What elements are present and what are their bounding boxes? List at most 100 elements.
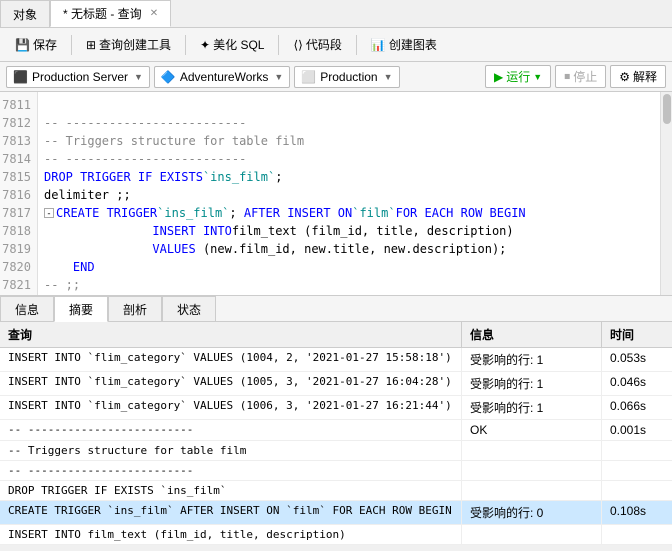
database-icon: 🔷 — [161, 70, 176, 84]
table-row[interactable]: INSERT INTO film_text (film_id, title, d… — [0, 525, 672, 545]
results-panel: 查询 信息 时间 INSERT INTO `flim_category` VAL… — [0, 322, 672, 545]
separator — [356, 35, 357, 55]
code-line: -- ------------------------- — [44, 114, 654, 132]
beautify-button[interactable]: ✦ 美化 SQL — [191, 32, 273, 57]
col-time-header: 时间 — [602, 322, 672, 347]
database-dropdown[interactable]: 🔷 AdventureWorks ▼ — [154, 66, 290, 88]
line-num: 7814 — [0, 150, 37, 168]
tab-query[interactable]: * 无标题 - 查询 ✕ — [50, 0, 171, 27]
result-info-cell: 受影响的行: 1 — [462, 372, 602, 395]
server-icon: ⬛ — [13, 70, 28, 84]
create-chart-button[interactable]: 📊 创建图表 — [362, 32, 446, 57]
run-button[interactable]: ▶ 运行 ▼ — [485, 65, 551, 88]
line-num: 7821 — [0, 276, 37, 294]
separator — [185, 35, 186, 55]
explain-button[interactable]: ⚙ 解释 — [610, 65, 666, 88]
code-line: END — [44, 258, 654, 276]
server-dropdown[interactable]: ⬛ Production Server ▼ — [6, 66, 150, 88]
line-numbers: 7811 7812 7813 7814 7815 7816 7817 7818 … — [0, 92, 38, 295]
code-line — [44, 96, 654, 114]
tab-object[interactable]: 对象 — [0, 0, 50, 27]
bottom-tab-bar: 信息 摘要 剖析 状态 — [0, 296, 672, 322]
run-dropdown-icon: ▼ — [533, 72, 542, 82]
result-info-cell — [462, 461, 602, 480]
chart-icon: 📊 — [371, 38, 386, 52]
line-num: 7811 — [0, 96, 37, 114]
result-info-cell: 受影响的行: 1 — [462, 348, 602, 371]
table-row[interactable]: INSERT INTO `flim_category` VALUES (1005… — [0, 372, 672, 396]
code-line: -- ------------------------- — [44, 150, 654, 168]
results-header: 查询 信息 时间 — [0, 322, 672, 348]
code-content[interactable]: -- ------------------------- -- Triggers… — [38, 92, 660, 295]
code-icon: ⟨⟩ — [293, 38, 302, 52]
result-query-cell: INSERT INTO `flim_category` VALUES (1005… — [0, 372, 462, 395]
vertical-scrollbar[interactable] — [660, 92, 672, 295]
code-editor[interactable]: 7811 7812 7813 7814 7815 7816 7817 7818 … — [0, 92, 672, 296]
result-time-cell: 0.066s — [602, 396, 672, 419]
col-info-header: 信息 — [462, 322, 602, 347]
save-button[interactable]: 💾 保存 — [6, 32, 66, 57]
code-line: -- Triggers structure for table film — [44, 132, 654, 150]
result-info-cell — [462, 481, 602, 500]
schema-icon: ⬜ — [301, 70, 316, 84]
tab-query-label: * 无标题 - 查询 — [63, 5, 142, 22]
query-create-icon: ⊞ — [86, 38, 96, 52]
code-line: delimiter ;; — [44, 186, 654, 204]
separator — [278, 35, 279, 55]
toolbar: 💾 保存 ⊞ 查询创建工具 ✦ 美化 SQL ⟨⟩ 代码段 📊 创建图表 — [0, 28, 672, 62]
result-query-cell: CREATE TRIGGER `ins_film` AFTER INSERT O… — [0, 501, 462, 524]
table-row[interactable]: -- ------------------------- — [0, 461, 672, 481]
result-time-cell: 0.053s — [602, 348, 672, 371]
tab-object-label: 对象 — [13, 6, 37, 23]
result-query-cell: INSERT INTO film_text (film_id, title, d… — [0, 525, 462, 544]
line-num: 7819 — [0, 240, 37, 258]
code-line: -- ;; — [44, 276, 654, 294]
result-info-cell: 受影响的行: 1 — [462, 396, 602, 419]
table-row[interactable]: CREATE TRIGGER `ins_film` AFTER INSERT O… — [0, 501, 672, 525]
tab-profile[interactable]: 剖析 — [108, 296, 162, 321]
stop-button[interactable]: ⏹ 停止 — [555, 65, 606, 88]
tab-summary[interactable]: 摘要 — [54, 296, 108, 322]
result-time-cell — [602, 481, 672, 500]
tab-status[interactable]: 状态 — [162, 296, 216, 321]
line-num: 7813 — [0, 132, 37, 150]
result-time-cell — [602, 525, 672, 544]
close-icon[interactable]: ✕ — [150, 8, 158, 19]
schema-dropdown[interactable]: ⬜ Production ▼ — [294, 66, 399, 88]
line-num: 7820 — [0, 258, 37, 276]
table-row[interactable]: INSERT INTO `flim_category` VALUES (1006… — [0, 396, 672, 420]
query-create-button[interactable]: ⊞ 查询创建工具 — [77, 32, 180, 57]
line-num: 7815 — [0, 168, 37, 186]
chevron-down-icon: ▼ — [274, 72, 283, 82]
save-icon: 💾 — [15, 38, 30, 52]
table-row[interactable]: -- Triggers structure for table film — [0, 441, 672, 461]
explain-icon: ⚙ — [619, 70, 630, 84]
result-time-cell — [602, 441, 672, 460]
tab-info[interactable]: 信息 — [0, 296, 54, 321]
chevron-down-icon: ▼ — [134, 72, 143, 82]
results-body: INSERT INTO `flim_category` VALUES (1004… — [0, 348, 672, 545]
col-query-header: 查询 — [0, 322, 462, 347]
scrollbar-thumb[interactable] — [663, 94, 671, 124]
result-query-cell: DROP TRIGGER IF EXISTS `ins_film` — [0, 481, 462, 500]
result-time-cell: 0.001s — [602, 420, 672, 440]
result-time-cell — [602, 461, 672, 480]
beautify-icon: ✦ — [200, 38, 210, 52]
result-query-cell: INSERT INTO `flim_category` VALUES (1004… — [0, 348, 462, 371]
code-line: - CREATE TRIGGER `ins_film`; AFTER INSER… — [44, 204, 654, 222]
table-row[interactable]: -- -------------------------OK0.001s — [0, 420, 672, 441]
separator — [71, 35, 72, 55]
code-line: delimiter ; — [44, 294, 654, 295]
result-time-cell: 0.046s — [602, 372, 672, 395]
line-num: 7812 — [0, 114, 37, 132]
stop-icon: ⏹ — [564, 69, 570, 84]
result-info-cell — [462, 441, 602, 460]
code-line: VALUES (new.film_id, new.title, new.desc… — [44, 240, 654, 258]
line-num: 7817 — [0, 204, 37, 222]
line-num: 7816 — [0, 186, 37, 204]
table-row[interactable]: INSERT INTO `flim_category` VALUES (1004… — [0, 348, 672, 372]
code-segment-button[interactable]: ⟨⟩ 代码段 — [284, 32, 350, 57]
collapse-icon[interactable]: - — [44, 208, 54, 218]
table-row[interactable]: DROP TRIGGER IF EXISTS `ins_film` — [0, 481, 672, 501]
chevron-down-icon: ▼ — [384, 72, 393, 82]
